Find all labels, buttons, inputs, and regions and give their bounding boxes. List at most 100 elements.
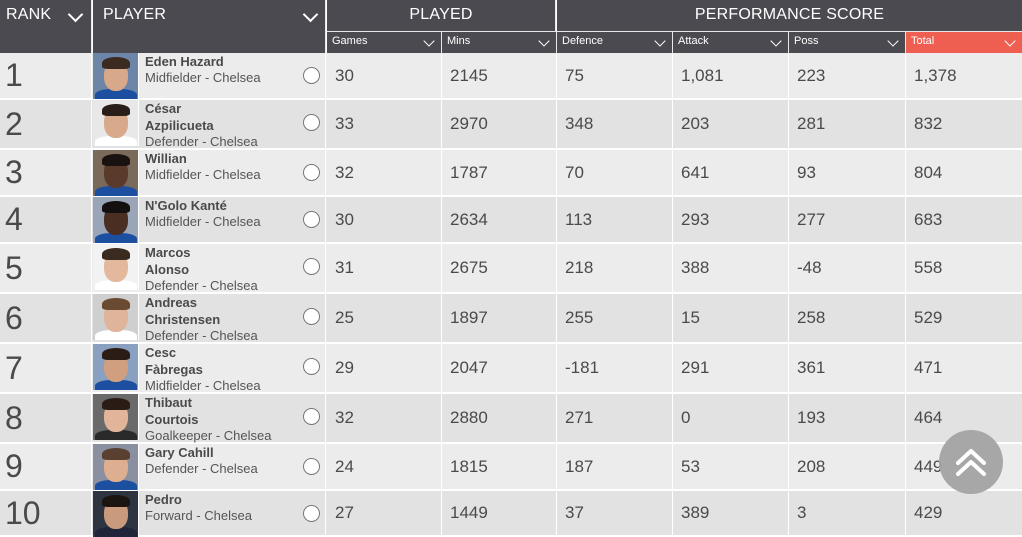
player-cell[interactable]: Gary Cahill Defender - Chelsea — [140, 444, 326, 489]
rank-cell: 7 — [0, 344, 92, 392]
poss-cell: 281 — [789, 100, 906, 148]
attack-cell: 388 — [673, 244, 789, 292]
mins-cell: 2880 — [442, 394, 557, 442]
mins-cell: 2047 — [442, 344, 557, 392]
mins-cell: 2675 — [442, 244, 557, 292]
poss-cell: 3 — [789, 491, 906, 535]
scroll-to-top-button[interactable] — [939, 430, 1003, 494]
performance-header: PERFORMANCE SCORE — [557, 0, 1022, 31]
player-position: Defender - Chelsea — [145, 461, 258, 476]
player-name-line2: Courtois — [145, 412, 199, 427]
games-sort-header[interactable]: Games — [327, 32, 442, 53]
double-chevron-up-icon — [956, 449, 986, 476]
table-row[interactable]: 10 Pedro Forward - Chelsea 27 1449 37 38… — [0, 491, 1022, 537]
total-cell: 529 — [914, 308, 943, 327]
attack-cell: 291 — [673, 344, 789, 392]
games-cell: 32 — [327, 394, 442, 442]
player-position: Forward - Chelsea — [145, 508, 252, 523]
games-cell: 27 — [327, 491, 442, 535]
defence-cell: 218 — [557, 244, 673, 292]
player-position: Midfielder - Chelsea — [145, 214, 261, 229]
compare-radio[interactable] — [303, 408, 320, 425]
rank-header[interactable]: RANK — [0, 0, 92, 53]
compare-radio[interactable] — [303, 358, 320, 375]
total-cell: 683 — [914, 209, 943, 229]
poss-cell: 193 — [789, 394, 906, 442]
chevron-down-icon[interactable] — [1004, 35, 1016, 47]
player-cell[interactable]: César Azpilicueta Defender - Chelsea — [140, 100, 326, 149]
total-cell: 1,378 — [914, 65, 957, 85]
total-cell: 471 — [914, 358, 943, 377]
player-cell[interactable]: Andreas Christensen Defender - Chelsea — [140, 294, 326, 343]
avatar — [93, 53, 139, 99]
player-name: Marcos — [145, 245, 191, 260]
played-header: PLAYED — [327, 0, 556, 31]
player-cell[interactable]: Willian Midfielder - Chelsea — [140, 150, 326, 195]
rank-cell: 8 — [0, 394, 92, 442]
defence-cell: 37 — [557, 491, 673, 535]
total-sort-header[interactable]: Total — [906, 32, 1022, 53]
player-name-line2: Alonso — [145, 262, 190, 277]
chevron-down-icon[interactable] — [654, 35, 666, 47]
compare-radio[interactable] — [303, 458, 320, 475]
compare-radio[interactable] — [303, 67, 320, 84]
attack-header-label: Attack — [678, 35, 709, 47]
games-cell: 30 — [327, 53, 442, 98]
rank-cell: 5 — [0, 244, 92, 292]
mins-sort-header[interactable]: Mins — [442, 32, 557, 53]
player-name: Gary Cahill — [145, 445, 214, 460]
player-name-line2: Azpilicueta — [145, 118, 214, 133]
attack-sort-header[interactable]: Attack — [673, 32, 789, 53]
attack-cell: 641 — [673, 150, 789, 195]
games-cell: 32 — [327, 150, 442, 195]
player-cell[interactable]: Eden Hazard Midfielder - Chelsea — [140, 53, 326, 98]
games-cell: 30 — [327, 197, 442, 242]
rank-cell: 4 — [0, 197, 92, 242]
compare-radio[interactable] — [303, 164, 320, 181]
table-row[interactable]: 4 N'Golo Kanté Midfielder - Chelsea 30 2… — [0, 197, 1022, 244]
table-row[interactable]: 2 César Azpilicueta Defender - Chelsea 3… — [0, 100, 1022, 150]
player-header[interactable]: PLAYER — [93, 0, 326, 53]
table-row[interactable]: 9 Gary Cahill Defender - Chelsea 24 1815… — [0, 444, 1022, 491]
chevron-down-icon[interactable] — [887, 35, 899, 47]
player-position: Goalkeeper - Chelsea — [145, 428, 272, 443]
mins-cell: 1449 — [442, 491, 557, 535]
table-row[interactable]: 8 Thibaut Courtois Goalkeeper - Chelsea … — [0, 394, 1022, 444]
games-cell: 33 — [327, 100, 442, 148]
table-row[interactable]: 7 Cesc Fàbregas Midfielder - Chelsea 29 … — [0, 344, 1022, 394]
player-position: Defender - Chelsea — [145, 278, 258, 293]
mins-cell: 2970 — [442, 100, 557, 148]
compare-radio[interactable] — [303, 308, 320, 325]
poss-cell: 361 — [789, 344, 906, 392]
chevron-down-icon[interactable] — [770, 35, 782, 47]
compare-radio[interactable] — [303, 114, 320, 131]
player-cell[interactable]: Cesc Fàbregas Midfielder - Chelsea — [140, 344, 326, 393]
attack-cell: 0 — [673, 394, 789, 442]
table-row[interactable]: 5 Marcos Alonso Defender - Chelsea 31 26… — [0, 244, 1022, 294]
rank-cell: 1 — [0, 53, 92, 98]
compare-radio[interactable] — [303, 258, 320, 275]
player-cell[interactable]: Thibaut Courtois Goalkeeper - Chelsea — [140, 394, 326, 443]
player-cell[interactable]: Pedro Forward - Chelsea — [140, 491, 326, 535]
table-row[interactable]: 1 Eden Hazard Midfielder - Chelsea 30 21… — [0, 53, 1022, 100]
player-name: César — [145, 101, 182, 116]
player-cell[interactable]: N'Golo Kanté Midfielder - Chelsea — [140, 197, 326, 242]
chevron-down-icon[interactable] — [67, 6, 84, 23]
games-cell: 24 — [327, 444, 442, 489]
chevron-down-icon[interactable] — [423, 35, 435, 47]
avatar — [93, 100, 139, 146]
table-row[interactable]: 6 Andreas Christensen Defender - Chelsea… — [0, 294, 1022, 344]
chevron-down-icon[interactable] — [538, 35, 550, 47]
poss-sort-header[interactable]: Poss — [789, 32, 906, 53]
poss-cell: 258 — [789, 294, 906, 342]
avatar — [93, 244, 139, 290]
player-cell[interactable]: Marcos Alonso Defender - Chelsea — [140, 244, 326, 293]
compare-radio[interactable] — [303, 211, 320, 228]
chevron-down-icon[interactable] — [302, 6, 319, 23]
table-row[interactable]: 3 Willian Midfielder - Chelsea 32 1787 7… — [0, 150, 1022, 197]
total-cell: 832 — [914, 114, 943, 133]
compare-radio[interactable] — [303, 505, 320, 522]
games-header-label: Games — [332, 35, 368, 47]
defence-sort-header[interactable]: Defence — [557, 32, 673, 53]
attack-cell: 53 — [673, 444, 789, 489]
